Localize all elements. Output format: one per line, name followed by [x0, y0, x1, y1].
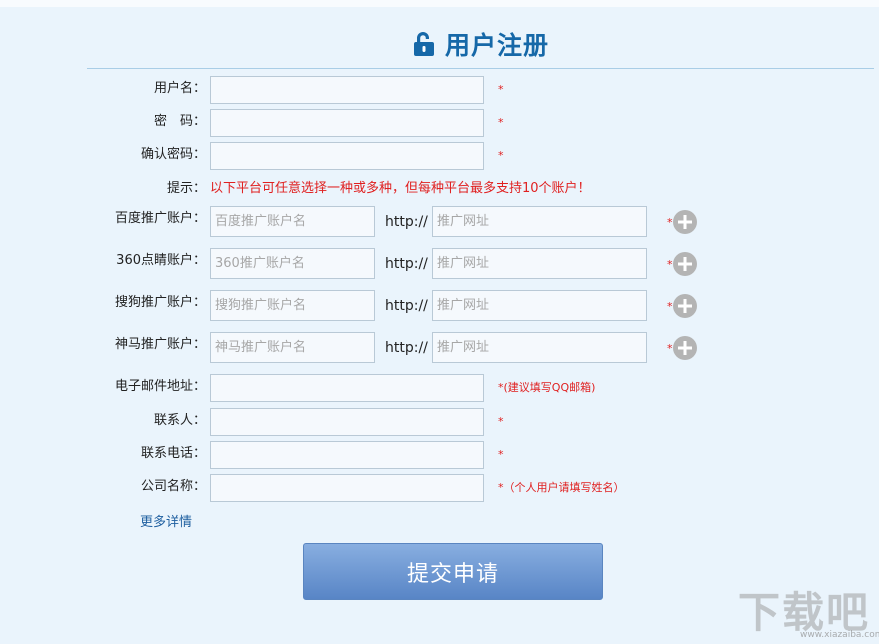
shenma-add-account-icon[interactable]	[673, 336, 697, 360]
company-note: *（个人用户请填写姓名）	[498, 481, 625, 494]
hint-label: 提示：	[166, 181, 206, 196]
baidu-url-input[interactable]	[432, 206, 647, 237]
email-input[interactable]	[210, 374, 484, 402]
username-required-mark: *	[498, 83, 504, 96]
360-account-label: 360点睛账户：	[116, 253, 206, 268]
confirm-password-label: 确认密码：	[140, 147, 206, 162]
baidu-account-label: 百度推广账户：	[114, 211, 206, 226]
sogou-account-input[interactable]	[210, 290, 375, 321]
company-input[interactable]	[210, 474, 484, 502]
page-header: 用户注册	[87, 20, 874, 69]
username-input[interactable]	[210, 76, 484, 104]
contact-person-input[interactable]	[210, 408, 484, 436]
360-required-mark: *	[667, 258, 673, 271]
baidu-http-prefix: http://	[385, 214, 428, 230]
contact-person-required-mark: *	[498, 415, 504, 428]
shenma-account-input[interactable]	[210, 332, 375, 363]
360-url-input[interactable]	[432, 248, 647, 279]
lock-open-icon	[413, 32, 434, 56]
360-add-account-icon[interactable]	[673, 252, 697, 276]
phone-required-mark: *	[498, 448, 504, 461]
360-account-input[interactable]	[210, 248, 375, 279]
sogou-url-input[interactable]	[432, 290, 647, 321]
submit-button[interactable]: 提交申请	[303, 543, 603, 600]
confirm-password-input[interactable]	[210, 142, 484, 170]
top-strip	[0, 0, 879, 7]
phone-input[interactable]	[210, 441, 484, 469]
email-note: *(建议填写QQ邮箱)	[498, 381, 596, 394]
sogou-account-label: 搜狗推广账户：	[114, 295, 206, 310]
sogou-required-mark: *	[667, 300, 673, 313]
watermark-url: www.xiazaiba.com	[800, 630, 879, 640]
contact-person-label: 联系人：	[153, 413, 206, 428]
hint-text: 以下平台可任意选择一种或多种，但每种平台最多支持10个账户！	[210, 181, 591, 196]
password-label: 密 码：	[153, 114, 206, 129]
password-required-mark: *	[498, 116, 504, 129]
confirm-password-required-mark: *	[498, 149, 504, 162]
sogou-http-prefix: http://	[385, 298, 428, 314]
email-label: 电子邮件地址：	[114, 379, 206, 394]
shenma-url-input[interactable]	[432, 332, 647, 363]
more-details-link[interactable]: 更多详情	[140, 511, 192, 530]
phone-label: 联系电话：	[140, 446, 206, 461]
page-title: 用户注册	[444, 31, 549, 60]
sogou-add-account-icon[interactable]	[673, 294, 697, 318]
shenma-account-label: 神马推广账户：	[114, 337, 206, 352]
password-input[interactable]	[210, 109, 484, 137]
baidu-add-account-icon[interactable]	[673, 210, 697, 234]
baidu-required-mark: *	[667, 216, 673, 229]
shenma-http-prefix: http://	[385, 340, 428, 356]
baidu-account-input[interactable]	[210, 206, 375, 237]
shenma-required-mark: *	[667, 342, 673, 355]
360-http-prefix: http://	[385, 256, 428, 272]
username-label: 用户名：	[153, 81, 206, 96]
company-label: 公司名称：	[140, 479, 206, 494]
